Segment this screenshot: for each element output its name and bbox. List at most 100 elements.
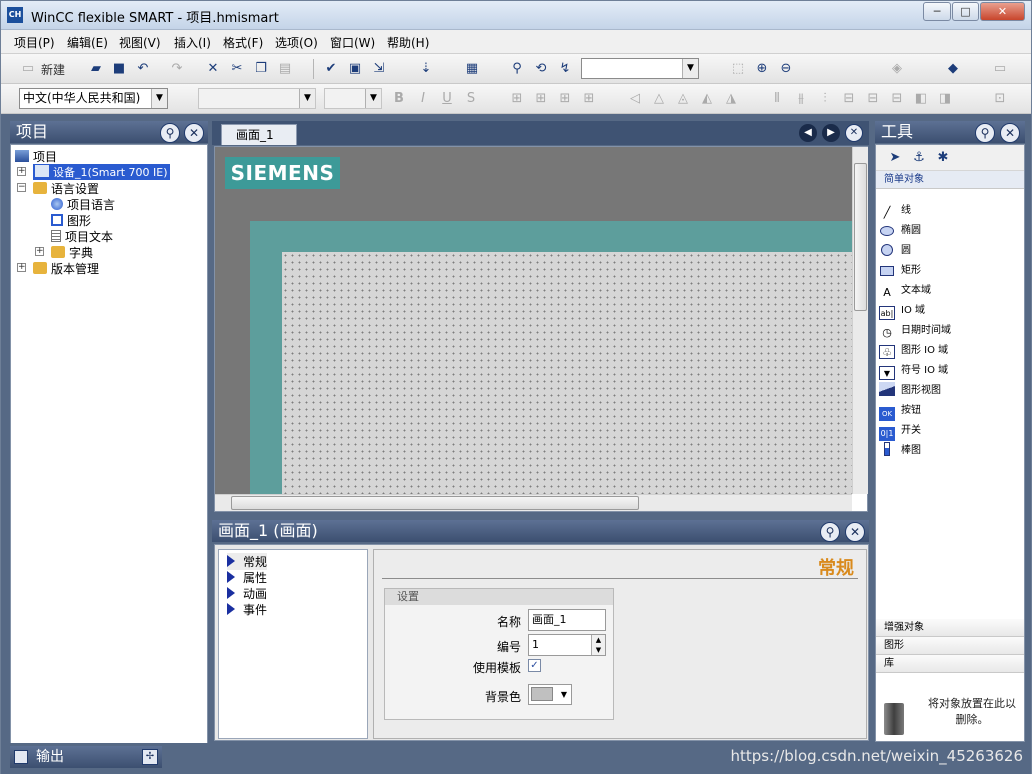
- close-icon[interactable]: ✕: [1000, 123, 1020, 143]
- screen-canvas[interactable]: SIEMENS: [215, 147, 852, 494]
- bold-button[interactable]: B: [390, 90, 408, 108]
- tree-item-project[interactable]: 项目: [15, 148, 57, 165]
- wincc-app-icon[interactable]: CH: [7, 7, 23, 23]
- menu-options[interactable]: 选项(O): [275, 34, 318, 51]
- new-button[interactable]: 新建: [41, 61, 65, 78]
- maximize-button[interactable]: □: [952, 2, 979, 21]
- rotate-right-icon[interactable]: ◮: [722, 90, 740, 108]
- spinner-icon[interactable]: ▲ ▼: [591, 635, 605, 655]
- pointer-icon[interactable]: ➤: [886, 149, 904, 167]
- binoculars-icon[interactable]: ⚲: [508, 60, 526, 78]
- zoom-combo[interactable]: ▼: [581, 58, 699, 79]
- menu-project[interactable]: 项目(P): [14, 34, 55, 51]
- scrollbar-thumb[interactable]: [231, 496, 639, 510]
- flip-vertical-icon[interactable]: ◬: [674, 90, 692, 108]
- layer-icon[interactable]: ▭: [991, 60, 1009, 78]
- zoom-out-icon[interactable]: ⊖: [777, 60, 795, 78]
- font-size-combo[interactable]: ▼: [324, 88, 382, 109]
- wrench-icon[interactable]: ✱: [934, 149, 952, 167]
- tree-item-version-management[interactable]: 版本管理: [33, 260, 99, 277]
- close-icon[interactable]: ✕: [845, 522, 865, 542]
- section-enhanced-objects[interactable]: 增强对象: [876, 619, 1024, 637]
- align-left-icon[interactable]: ⊞: [508, 90, 526, 108]
- trash-icon[interactable]: [884, 703, 904, 735]
- bring-front-icon[interactable]: ◧: [912, 90, 930, 108]
- tool-line[interactable]: ╱ 线: [879, 201, 911, 220]
- tool-graphic-view[interactable]: 图形视图: [879, 381, 941, 396]
- close-tab-icon[interactable]: ✕: [845, 124, 863, 142]
- chevron-down-icon[interactable]: ▼: [365, 89, 381, 108]
- download-icon[interactable]: ⇣: [417, 60, 435, 78]
- copy-icon[interactable]: ❐: [252, 60, 270, 78]
- close-button[interactable]: ✕: [980, 2, 1025, 21]
- output-tab[interactable]: 输出 ✢: [10, 746, 162, 768]
- next-tab-icon[interactable]: ▶: [822, 124, 840, 142]
- tool-switch[interactable]: 0|1 开关: [879, 421, 921, 441]
- zoom-in-icon[interactable]: ⊕: [753, 60, 771, 78]
- new-icon[interactable]: ▭: [19, 60, 37, 78]
- layers-icon[interactable]: ⊡: [991, 90, 1009, 108]
- anchor-icon[interactable]: ⚓: [910, 149, 928, 167]
- hmi-screen-grid[interactable]: [282, 252, 852, 494]
- compile-icon[interactable]: ▣: [346, 60, 364, 78]
- strikethrough-button[interactable]: S: [462, 90, 480, 108]
- paste-icon[interactable]: ▤: [276, 60, 294, 78]
- align-center-icon[interactable]: ⊞: [532, 90, 550, 108]
- number-stepper[interactable]: 1 ▲ ▼: [528, 634, 606, 656]
- tree-item-language-settings[interactable]: 语言设置: [33, 180, 99, 197]
- tree-item-project-text[interactable]: 项目文本: [51, 228, 113, 245]
- menu-window[interactable]: 窗口(W): [330, 34, 375, 51]
- align-right-icon[interactable]: ⊞: [556, 90, 574, 108]
- menu-edit[interactable]: 编辑(E): [67, 34, 108, 51]
- fill-icon[interactable]: ◈: [888, 60, 906, 78]
- goto-icon[interactable]: ↯: [556, 60, 574, 78]
- horizontal-scrollbar[interactable]: [215, 494, 852, 511]
- section-graphics[interactable]: 图形: [876, 637, 1024, 655]
- tool-text-field[interactable]: A 文本域: [879, 281, 931, 300]
- delete-icon[interactable]: ✕: [204, 60, 222, 78]
- open-icon[interactable]: ▰: [87, 60, 105, 78]
- italic-button[interactable]: I: [414, 90, 432, 108]
- nav-properties[interactable]: 属性: [227, 569, 267, 586]
- chevron-down-icon[interactable]: ▼: [299, 89, 315, 108]
- language-combo[interactable]: 中文(中华人民共和国) ▼: [19, 88, 168, 109]
- library-drop-area[interactable]: 将对象放置在此以删除。: [876, 673, 1024, 741]
- underline-button[interactable]: U: [438, 90, 456, 108]
- expand-icon[interactable]: +: [35, 247, 44, 256]
- library-icon[interactable]: ◆: [944, 60, 962, 78]
- same-height-icon[interactable]: ⊟: [864, 90, 882, 108]
- transfer-icon[interactable]: ⇲: [370, 60, 388, 78]
- tool-circle[interactable]: 圆: [879, 241, 911, 258]
- nav-general[interactable]: 常规: [227, 553, 268, 570]
- output-options-icon[interactable]: ✢: [142, 749, 158, 765]
- use-template-checkbox[interactable]: ✓: [528, 659, 541, 672]
- distribute-v-icon[interactable]: ⫵: [792, 90, 810, 108]
- tool-rectangle[interactable]: 矩形: [879, 261, 921, 280]
- chevron-down-icon[interactable]: ▼: [151, 89, 167, 108]
- tool-ellipse[interactable]: 椭圆: [879, 221, 921, 240]
- expand-icon[interactable]: +: [17, 263, 26, 272]
- nav-animation[interactable]: 动画: [227, 585, 267, 602]
- scrollbar-thumb[interactable]: [854, 163, 867, 311]
- distribute-h-icon[interactable]: ⫴: [768, 90, 786, 108]
- collapse-icon[interactable]: −: [17, 183, 26, 192]
- send-back-icon[interactable]: ◨: [936, 90, 954, 108]
- tree-item-dictionary[interactable]: 字典: [51, 244, 93, 261]
- expand-icon[interactable]: +: [17, 167, 26, 176]
- tool-graphic-io-field[interactable]: ♧ 图形 IO 域: [879, 341, 948, 359]
- tool-bar[interactable]: 棒图: [879, 441, 921, 456]
- pin-icon[interactable]: ⚲: [975, 123, 995, 143]
- zoom-area-icon[interactable]: ⬚: [729, 60, 747, 78]
- redo-icon[interactable]: ↷: [168, 60, 186, 78]
- chevron-down-icon[interactable]: ▼: [682, 59, 698, 78]
- section-simple-objects[interactable]: 简单对象: [876, 171, 1024, 189]
- tool-symbolic-io-field[interactable]: ▼ 符号 IO 域: [879, 361, 948, 380]
- name-field[interactable]: 画面_1: [528, 609, 606, 631]
- vertical-scrollbar[interactable]: [852, 147, 868, 494]
- menu-format[interactable]: 格式(F): [223, 34, 263, 51]
- minimize-button[interactable]: ─: [923, 2, 951, 21]
- rotate-icon[interactable]: ◭: [698, 90, 716, 108]
- chevron-down-icon[interactable]: ▼: [557, 685, 571, 704]
- align-objects-icon[interactable]: ⫶: [816, 90, 834, 108]
- undo-icon[interactable]: ↶: [134, 60, 152, 78]
